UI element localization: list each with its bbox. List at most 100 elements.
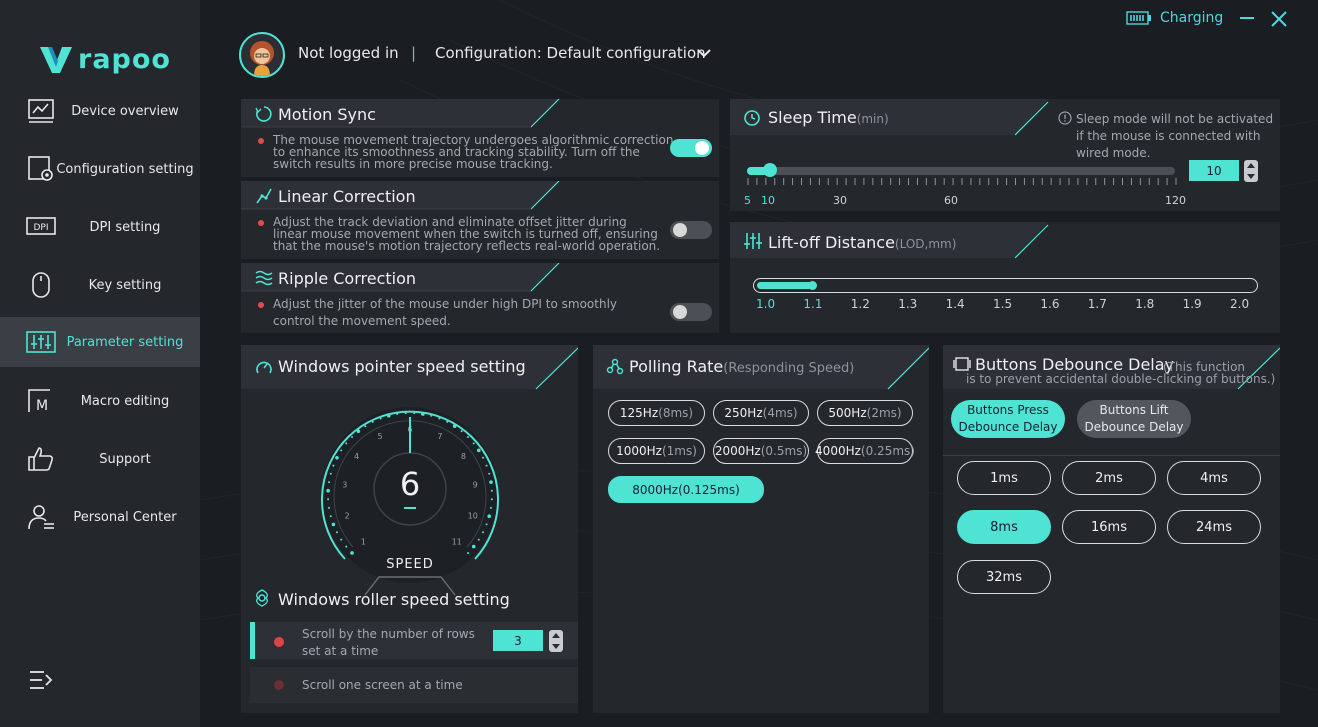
sidebar-item-label: Support — [99, 451, 151, 467]
sidebar-item-label: Personal Center — [73, 509, 177, 525]
polling-8000hz[interactable]: 8000Hz (0.125ms) — [608, 476, 764, 503]
lod-tick-1-5[interactable]: 1.5 — [993, 297, 1012, 311]
sidebar-item-label: Parameter setting — [66, 334, 184, 350]
linear-correction-title: Linear Correction — [278, 187, 416, 206]
dial-tick — [328, 506, 331, 509]
polling-125hz[interactable]: 125Hz (8ms) — [608, 400, 705, 426]
sidebar-item-personal[interactable]: Personal Center — [0, 492, 200, 542]
dial-tick — [396, 413, 399, 416]
svg-text:DPI: DPI — [33, 223, 48, 233]
lod-tick-1-9[interactable]: 1.9 — [1183, 297, 1202, 311]
debounce-panel: Buttons Debounce Delay (This function is… — [943, 345, 1280, 713]
dial-tick — [438, 417, 441, 420]
dial-number: 2 — [345, 511, 350, 520]
radio-unselected[interactable] — [274, 680, 284, 690]
rows-value-input[interactable]: 3 — [493, 630, 543, 651]
rows-stepper[interactable] — [549, 630, 563, 652]
avatar[interactable] — [239, 32, 285, 78]
dial-tick — [477, 538, 480, 541]
lod-tick-1-3[interactable]: 1.3 — [898, 297, 917, 311]
roller-rows-label-1: Scroll by the number of rows — [302, 627, 475, 641]
lod-tick-1-4[interactable]: 1.4 — [946, 297, 965, 311]
sidebar-item-device-overview[interactable]: Device overview — [0, 86, 200, 136]
debounce-8ms[interactable]: 8ms — [957, 510, 1051, 544]
speedometer-icon — [256, 361, 272, 374]
lod-tick-1-1[interactable]: 1.1 — [803, 297, 822, 311]
dial-tick — [404, 412, 407, 415]
sleep-slider-track[interactable] — [747, 167, 1175, 175]
stepper-arrows-icon — [552, 633, 560, 649]
lift-debounce-tab[interactable]: Buttons Lift Debounce Delay — [1077, 400, 1191, 438]
debounce-2ms[interactable]: 2ms — [1062, 461, 1156, 495]
dial-number: 7 — [437, 432, 442, 441]
sidebar-item-macro[interactable]: M Macro editing — [0, 376, 200, 426]
sleep-time-title: Sleep Time(min) — [768, 108, 889, 127]
dial-tick — [356, 429, 361, 434]
pointer-speed-title: Windows pointer speed setting — [278, 357, 526, 376]
sleep-value-input[interactable]: 10 — [1189, 160, 1239, 181]
linear-correction-desc-3: that the mouse's motion trajectory refle… — [273, 239, 661, 253]
minimize-icon[interactable] — [1237, 9, 1257, 29]
debounce-32ms[interactable]: 32ms — [957, 560, 1051, 594]
dial-tick — [340, 449, 343, 452]
polling-500hz[interactable]: 500Hz (2ms) — [817, 400, 913, 426]
lift-off-title-text: Lift-off Distance — [768, 233, 895, 252]
sleep-note-2: if the mouse is connected with — [1076, 129, 1261, 143]
config-selector[interactable]: Configuration: Default configuration — [435, 44, 706, 62]
sleep-ticks — [747, 178, 1177, 185]
lod-tick-1-7[interactable]: 1.7 — [1088, 297, 1107, 311]
roller-option-rows[interactable]: Scroll by the number of rows set at a ti… — [250, 622, 578, 659]
sleep-slider-handle[interactable] — [763, 163, 777, 177]
sleep-stepper[interactable] — [1244, 160, 1258, 182]
radio-selected[interactable] — [274, 637, 284, 647]
motion-sync-icon — [255, 106, 272, 122]
lod-tick-1-6[interactable]: 1.6 — [1040, 297, 1059, 311]
roller-option-screen[interactable]: Scroll one screen at a time — [250, 667, 578, 703]
dial-tick — [326, 488, 330, 493]
debounce-4ms[interactable]: 4ms — [1167, 461, 1261, 495]
motion-sync-toggle[interactable] — [670, 139, 712, 157]
dial-tick — [386, 413, 391, 418]
ripple-correction-toggle[interactable] — [670, 303, 712, 321]
polling-icon — [606, 358, 624, 375]
dial-tick — [488, 472, 491, 475]
sidebar-item-key[interactable]: Key setting — [0, 260, 200, 310]
selected-indicator — [250, 622, 255, 659]
divider — [943, 455, 1280, 456]
polling-1000hz[interactable]: 1000Hz (1ms) — [608, 438, 705, 464]
dial-tick — [490, 489, 493, 492]
debounce-16ms[interactable]: 16ms — [1062, 510, 1156, 544]
sidebar-item-dpi[interactable]: DPI DPI setting — [0, 202, 200, 252]
bullet-dot — [258, 138, 264, 144]
press-debounce-tab[interactable]: Buttons Press Debounce Delay — [951, 400, 1065, 438]
sidebar-item-parameter[interactable]: Parameter setting — [0, 317, 200, 367]
sidebar-item-support[interactable]: Support — [0, 434, 200, 484]
dial-tick — [350, 551, 354, 555]
debounce-icon — [953, 357, 971, 371]
lod-tick-1-2[interactable]: 1.2 — [851, 297, 870, 311]
dial-tick — [446, 420, 449, 423]
debounce-1ms[interactable]: 1ms — [957, 461, 1051, 495]
menu-collapse-icon[interactable] — [28, 668, 54, 692]
chevron-down-icon[interactable] — [696, 46, 712, 60]
dial-tick — [472, 442, 475, 445]
sidebar-item-configuration[interactable]: Configuration setting — [0, 144, 200, 194]
debounce-24ms[interactable]: 24ms — [1167, 510, 1261, 544]
polling-4000hz[interactable]: 4000Hz (0.25ms) — [815, 438, 915, 464]
sleep-tick-10: 10 — [761, 194, 775, 207]
dial-tick — [371, 420, 374, 423]
polling-250hz[interactable]: 250Hz (4ms) — [713, 400, 809, 426]
lift-off-slider-track[interactable] — [753, 278, 1258, 293]
svg-text:M: M — [36, 398, 48, 414]
polling-2000hz[interactable]: 2000Hz (0.5ms) — [713, 438, 809, 464]
user-status[interactable]: Not logged in — [298, 44, 399, 62]
lod-tick-2-0[interactable]: 2.0 — [1230, 297, 1249, 311]
linear-correction-toggle[interactable] — [670, 221, 712, 239]
sidebar-item-label: Key setting — [88, 277, 162, 293]
dial-tick — [335, 531, 338, 534]
close-icon[interactable] — [1269, 9, 1289, 29]
speed-label: SPEED — [386, 557, 434, 572]
lod-tick-1-0[interactable]: 1.0 — [756, 297, 775, 311]
dial-tick — [364, 425, 367, 428]
lod-tick-1-8[interactable]: 1.8 — [1135, 297, 1154, 311]
